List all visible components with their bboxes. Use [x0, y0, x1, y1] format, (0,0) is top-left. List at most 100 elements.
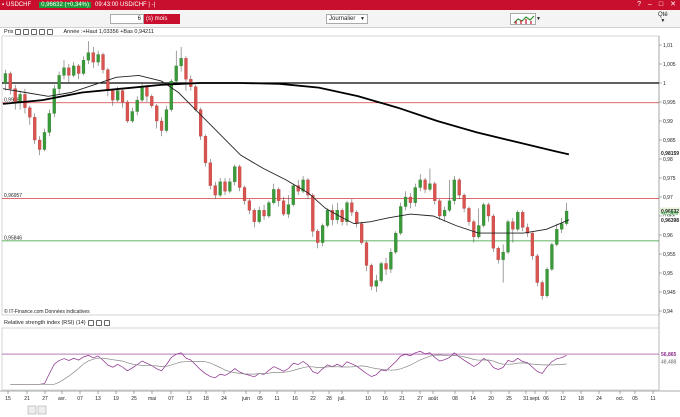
candle-body: [57, 75, 61, 89]
candle-body: [238, 166, 242, 188]
candle-body: [155, 105, 159, 122]
candle-body: [67, 67, 71, 76]
candle-body: [91, 52, 95, 63]
candle-body: [18, 94, 22, 103]
candle-body: [42, 132, 47, 150]
y-tick-label: 0,94: [663, 309, 673, 315]
candle-body: [418, 179, 422, 188]
candle-body: [535, 255, 539, 283]
candle-body: [481, 204, 486, 226]
candle-body: [218, 181, 222, 196]
candle-body: [408, 196, 413, 203]
candle-body: [286, 204, 291, 215]
candle-body: [223, 181, 227, 192]
candle-body: [369, 265, 374, 287]
candle-body: [77, 65, 81, 74]
y-tick-label: 0,99: [663, 119, 673, 125]
candle-body: [452, 179, 456, 201]
candle-body: [140, 86, 144, 101]
candle-body: [37, 139, 42, 150]
candle-body: [247, 200, 252, 211]
level-label: 0,96957: [4, 193, 22, 199]
moving-average-slow: [2, 82, 570, 156]
candle-body: [111, 90, 115, 101]
candle-body: [550, 244, 554, 270]
candle-body: [457, 179, 461, 196]
candle-body: [33, 117, 37, 141]
candle-body: [125, 101, 130, 122]
candle-body: [228, 181, 232, 192]
candle-body: [311, 194, 315, 232]
candle-body: [506, 221, 510, 253]
candle-body: [442, 210, 447, 217]
rsi-panel-frame: [1, 327, 660, 391]
candle-body: [267, 202, 271, 217]
candle-body: [433, 183, 437, 201]
price-panel-frame: [1, 35, 660, 316]
candle-body: [501, 251, 505, 260]
candle-body: [281, 200, 286, 215]
chart-canvas[interactable]: 0,99480,969570,95846 1,011,00510,9950,99…: [0, 0, 680, 417]
candle-body: [213, 185, 217, 196]
candle-body: [277, 189, 281, 201]
rsi-signal-line: [10, 354, 567, 385]
change-percent-label: +0,34%: [661, 211, 679, 217]
candle-body: [530, 232, 535, 257]
y-tick-label: 1: [663, 81, 666, 87]
candle-body: [516, 212, 520, 230]
candle-body: [423, 179, 427, 190]
y-tick-label: 0,985: [663, 138, 676, 144]
scroll-right-button[interactable]: [37, 405, 47, 415]
candle-body: [164, 109, 169, 131]
candle-body: [340, 210, 344, 222]
candle-body: [81, 60, 86, 74]
y-tick-label: 0,96: [663, 233, 673, 239]
candle-body: [208, 162, 212, 186]
watermark-text: © IT-Finance.com Données indicatives: [4, 308, 90, 315]
candle-body: [462, 194, 466, 209]
candle-body: [291, 185, 295, 205]
candle-body: [521, 212, 525, 228]
candle-body: [159, 120, 164, 131]
candle-body: [316, 231, 320, 243]
candle-body: [62, 67, 66, 76]
candle-body: [242, 187, 247, 201]
timeline-nav: [27, 405, 47, 415]
candle-body: [135, 99, 139, 112]
candle-body: [491, 215, 495, 249]
candle-body: [438, 200, 442, 217]
candle-body: [179, 58, 183, 67]
candle-body: [72, 65, 76, 76]
candle-body: [262, 210, 266, 217]
y-tick-label: 0,95: [663, 271, 673, 277]
candle-body: [467, 208, 471, 222]
candle-body: [194, 86, 198, 110]
candle-body: [145, 86, 149, 97]
y-tick-label: 0,98: [663, 157, 673, 163]
candle-body: [3, 73, 8, 84]
candle-body: [150, 96, 154, 106]
candle-body: [96, 54, 100, 63]
candle-body: [120, 90, 125, 103]
candle-body: [174, 65, 178, 82]
candle-body: [272, 189, 276, 203]
candle-body: [364, 242, 369, 266]
candle-body: [8, 73, 12, 89]
candle-body: [413, 187, 417, 203]
candle-body: [428, 183, 432, 190]
candle-body: [350, 202, 354, 213]
y-tick-label: 0,975: [663, 176, 676, 182]
candle-body: [394, 232, 398, 253]
candle-body: [203, 136, 208, 163]
scroll-left-button[interactable]: [27, 405, 37, 415]
rsi-value-label: 56,865: [661, 352, 677, 358]
candle-body: [560, 223, 564, 230]
y-tick-label: 0,945: [663, 290, 676, 296]
candle-body: [472, 221, 476, 238]
candle-body: [511, 221, 515, 230]
candle-body: [447, 200, 452, 211]
candle-body: [52, 88, 56, 114]
y-tick-label: 1,005: [663, 62, 676, 68]
candle-body: [252, 210, 256, 222]
y-tick-label: 0,97: [663, 195, 673, 201]
